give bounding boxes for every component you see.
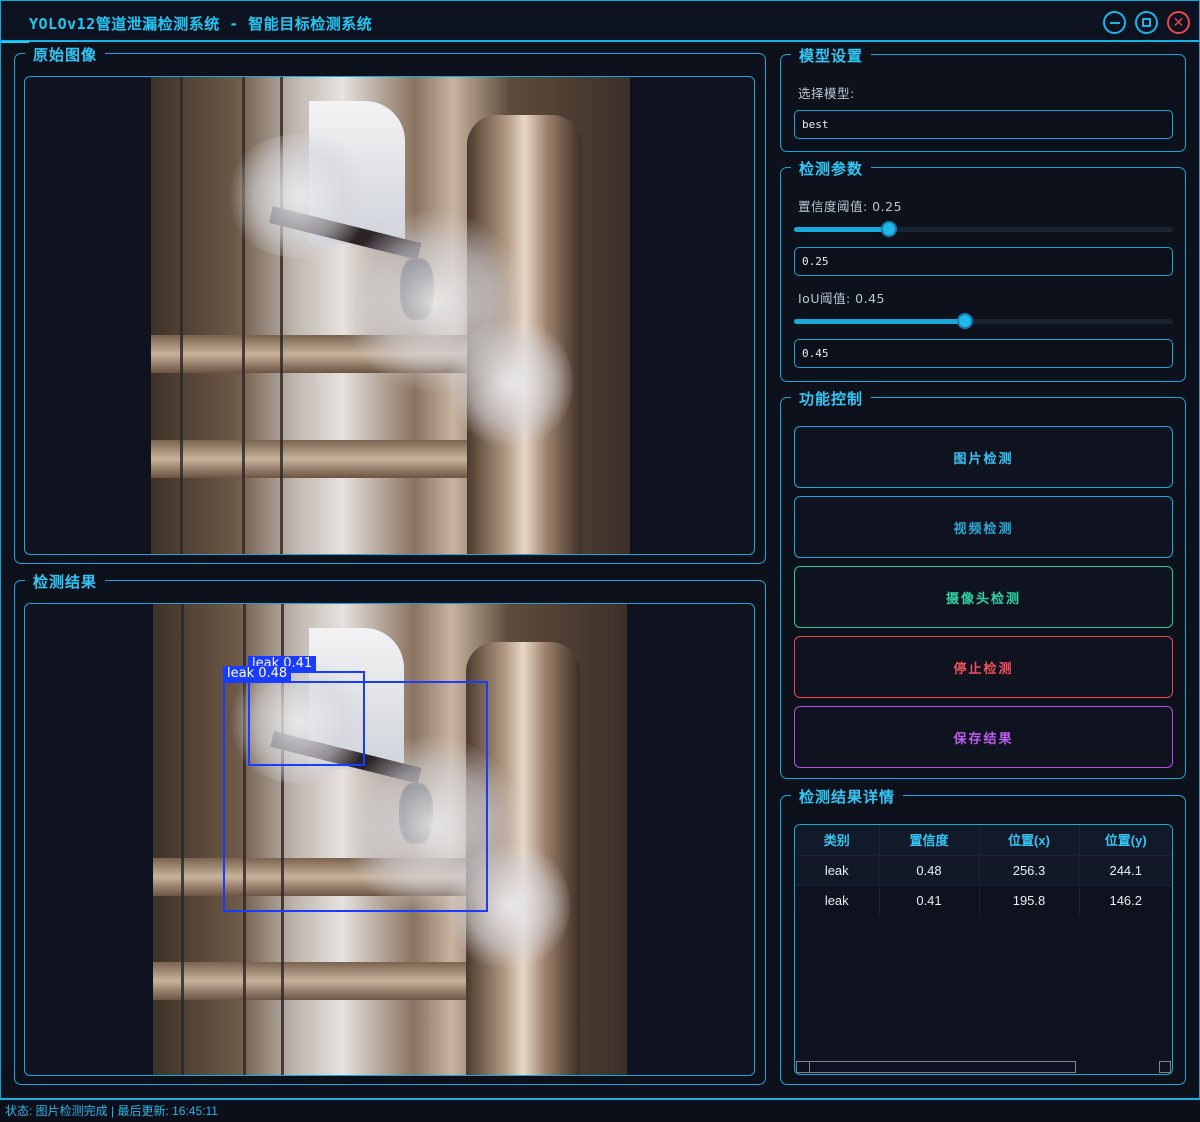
- minimize-button[interactable]: [1103, 11, 1126, 34]
- detection-box-label: leak 0.48: [223, 666, 292, 682]
- table-cell[interactable]: 195.8: [979, 884, 1080, 915]
- scrollbar-handle[interactable]: [809, 1062, 1076, 1072]
- status-bar: 状态: 图片检测完成 | 最后更新: 16:45:11: [0, 1101, 1200, 1122]
- confidence-slider-handle[interactable]: [881, 221, 897, 237]
- confidence-label: 置信度阈值: 0.25: [798, 199, 903, 214]
- original-image-title: 原始图像: [25, 44, 106, 65]
- results-table-frame: 类别 置信度 位置(x) 位置(y) leak 0.48 256.3 244.1…: [794, 824, 1173, 1075]
- iou-label: IoU阈值: 0.45: [798, 291, 886, 306]
- column-header-class[interactable]: 类别: [795, 825, 880, 855]
- table-cell[interactable]: 0.41: [879, 884, 980, 915]
- original-image-group: 原始图像: [14, 44, 766, 564]
- table-cell[interactable]: leak: [795, 884, 880, 915]
- iou-slider[interactable]: [794, 313, 1173, 329]
- image-detect-button[interactable]: 图片检测: [794, 426, 1173, 488]
- scene-steam: [222, 134, 377, 259]
- results-detail-group: 检测结果详情 类别 置信度 位置(x) 位置(y) leak 0.48 256.…: [780, 786, 1186, 1085]
- stop-detect-button[interactable]: 停止检测: [794, 636, 1173, 698]
- results-table: 类别 置信度 位置(x) 位置(y) leak 0.48 256.3 244.1…: [795, 825, 1172, 915]
- scene-rod: [181, 604, 185, 1075]
- table-header-row: 类别 置信度 位置(x) 位置(y): [795, 825, 1172, 855]
- table-cell[interactable]: 256.3: [979, 854, 1080, 885]
- iou-slider-fill: [794, 319, 965, 324]
- maximize-button[interactable]: [1135, 11, 1158, 34]
- detection-result-frame: leak 0.41 leak 0.48: [24, 603, 755, 1076]
- column-header-confidence[interactable]: 置信度: [879, 825, 980, 855]
- scene-pipe: [153, 961, 466, 1000]
- scene-rod: [179, 77, 183, 554]
- table-cell[interactable]: leak: [795, 854, 880, 885]
- original-image-frame: [24, 76, 755, 555]
- confidence-input[interactable]: 0.25: [794, 247, 1173, 276]
- model-select-label: 选择模型:: [798, 86, 855, 101]
- table-cell[interactable]: 0.48: [879, 854, 980, 885]
- model-settings-group: 模型设置 选择模型: best: [780, 45, 1186, 152]
- detection-params-group: 检测参数 置信度阈值: 0.25 0.25 IoU阈值: 0.45 0.45: [780, 158, 1186, 382]
- title-bar: YOLOv12管道泄漏检测系统 - 智能目标检测系统 ✕: [0, 0, 1200, 43]
- model-settings-title: 模型设置: [791, 45, 872, 66]
- result-image: leak 0.41 leak 0.48: [153, 604, 627, 1075]
- iou-slider-handle[interactable]: [957, 313, 973, 329]
- close-icon: ✕: [1172, 14, 1185, 31]
- table-row[interactable]: leak 0.41 195.8 146.2: [795, 884, 1172, 915]
- scene-steam: [447, 315, 573, 450]
- confidence-slider-fill: [794, 227, 889, 232]
- function-control-group: 功能控制 图片检测 视频检测 摄像头检测 停止检测 保存结果: [780, 388, 1186, 779]
- video-detect-button[interactable]: 视频检测: [794, 496, 1173, 558]
- original-image: [151, 77, 630, 554]
- save-result-button[interactable]: 保存结果: [794, 706, 1173, 768]
- table-cell[interactable]: 146.2: [1079, 884, 1172, 915]
- minimize-icon: [1109, 21, 1120, 24]
- scene-rod: [242, 77, 245, 554]
- column-header-y[interactable]: 位置(y): [1079, 825, 1172, 855]
- function-control-title: 功能控制: [791, 388, 872, 409]
- detection-box: leak 0.48: [223, 666, 488, 912]
- horizontal-scrollbar[interactable]: [796, 1061, 1076, 1073]
- detection-result-group: 检测结果 leak 0.41 leak 0.48: [14, 571, 766, 1085]
- window-title: YOLOv12管道泄漏检测系统 - 智能目标检测系统: [29, 15, 373, 33]
- app-window: YOLOv12管道泄漏检测系统 - 智能目标检测系统 ✕ 原始图像 检测结果 l…: [0, 0, 1200, 1122]
- table-row[interactable]: leak 0.48 256.3 244.1: [795, 854, 1172, 885]
- detection-result-title: 检测结果: [25, 571, 106, 592]
- results-detail-title: 检测结果详情: [791, 786, 904, 807]
- scene-pipe: [151, 439, 468, 478]
- camera-detect-button[interactable]: 摄像头检测: [794, 566, 1173, 628]
- close-button[interactable]: ✕: [1167, 11, 1190, 34]
- table-cell[interactable]: 244.1: [1079, 854, 1172, 885]
- maximize-icon: [1142, 18, 1151, 27]
- scrollbar-corner: [1159, 1061, 1171, 1073]
- iou-input[interactable]: 0.45: [794, 339, 1173, 368]
- model-select[interactable]: best: [794, 110, 1173, 139]
- detection-params-title: 检测参数: [791, 158, 872, 179]
- column-header-x[interactable]: 位置(x): [979, 825, 1080, 855]
- confidence-slider[interactable]: [794, 221, 1173, 237]
